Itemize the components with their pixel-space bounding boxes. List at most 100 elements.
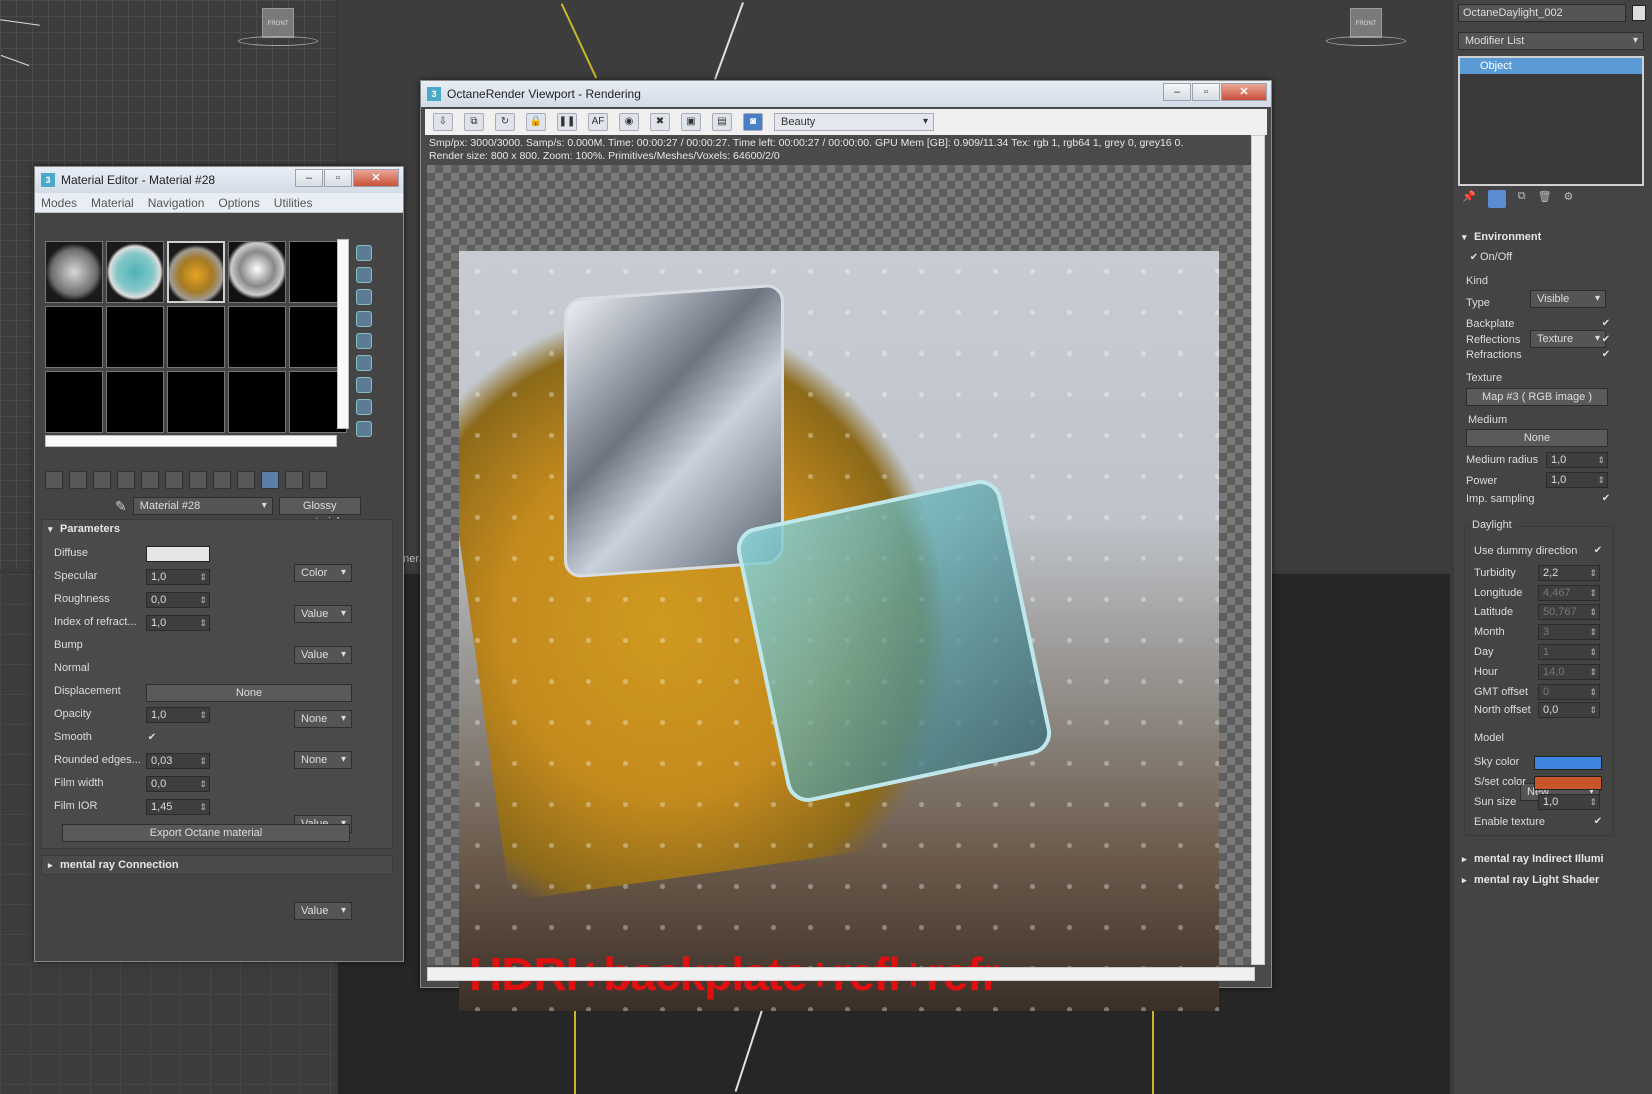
lock-icon[interactable]: 🔒 xyxy=(526,113,546,131)
stop-icon[interactable]: ✖ xyxy=(650,113,670,131)
material-slot[interactable] xyxy=(45,371,103,433)
material-slot[interactable] xyxy=(106,306,164,368)
material-navigator-icon[interactable] xyxy=(356,421,372,437)
save-icon[interactable] xyxy=(189,471,207,489)
viewcube-icon[interactable]: FRONT xyxy=(262,8,294,38)
film-ior-spinner[interactable]: 1,45 xyxy=(146,799,210,815)
material-slot[interactable] xyxy=(106,241,164,303)
canvas-horizontal-scrollbar[interactable] xyxy=(427,967,1255,981)
minimize-button[interactable]: – xyxy=(1163,83,1191,101)
octane-viewport-window[interactable]: 3 OctaneRender Viewport - Rendering – ▫ … xyxy=(420,80,1272,1011)
copy-icon[interactable]: ⧉ xyxy=(464,113,484,131)
material-slot[interactable] xyxy=(228,371,286,433)
turbidity-spinner[interactable]: 2,2 xyxy=(1538,565,1600,581)
dummy-direction-checkbox[interactable]: ✔ xyxy=(1592,545,1604,557)
close-button[interactable]: ✕ xyxy=(1221,83,1267,101)
viewcube-icon[interactable]: FRONT xyxy=(1350,8,1382,38)
material-slot[interactable] xyxy=(228,241,286,303)
show-map-icon[interactable] xyxy=(237,471,255,489)
roughness-spinner[interactable]: 0,0 xyxy=(146,592,210,608)
menu-material[interactable]: Material xyxy=(91,196,134,210)
menu-navigation[interactable]: Navigation xyxy=(148,196,205,210)
sample-type-icon[interactable] xyxy=(356,245,372,261)
slots-horizontal-scrollbar[interactable] xyxy=(45,435,337,447)
minimize-button[interactable]: – xyxy=(295,169,323,187)
backplate-checkbox[interactable]: ✔ xyxy=(1600,318,1612,330)
canvas-vertical-scrollbar[interactable] xyxy=(1251,135,1265,965)
render-canvas[interactable]: HDRI+backplate+refl+refr xyxy=(427,165,1255,1011)
sun-size-spinner[interactable]: 1,0 xyxy=(1538,794,1600,810)
diffuse-color-swatch[interactable] xyxy=(146,546,210,562)
mr-indirect-header[interactable]: mental ray Indirect Illumi xyxy=(1456,850,1646,868)
make-unique-icon[interactable]: ⧉ xyxy=(1518,190,1526,208)
assign-material-icon[interactable] xyxy=(93,471,111,489)
medium-radius-spinner[interactable]: 1,0 xyxy=(1546,452,1608,468)
material-editor-titlebar[interactable]: 3 Material Editor - Material #28 – ▫ ✕ xyxy=(35,167,403,193)
reflections-checkbox[interactable]: ✔ xyxy=(1600,334,1612,346)
parameters-header[interactable]: Parameters xyxy=(42,520,392,538)
effect-channel-icon[interactable] xyxy=(213,471,231,489)
material-slot[interactable] xyxy=(106,371,164,433)
camera-icon[interactable]: ◙ xyxy=(743,113,763,131)
maximize-button[interactable]: ▫ xyxy=(324,169,352,187)
latitude-spinner[interactable]: 50,767 xyxy=(1538,604,1600,620)
menu-options[interactable]: Options xyxy=(218,196,259,210)
material-slot-selected[interactable] xyxy=(167,241,225,303)
medium-button[interactable]: None xyxy=(1466,429,1608,447)
film-width-mode-dropdown[interactable]: Value xyxy=(294,902,352,920)
specular-spinner[interactable]: 1,0 xyxy=(146,569,210,585)
ior-spinner[interactable]: 1,0 xyxy=(146,615,210,631)
material-name-dropdown[interactable]: Material #28 xyxy=(132,497,273,515)
show-end-result-icon[interactable] xyxy=(261,471,279,489)
mr-light-shader-header[interactable]: mental ray Light Shader xyxy=(1456,871,1646,889)
mr-light-shader-rollout[interactable]: mental ray Light Shader xyxy=(1456,871,1646,889)
object-name-field[interactable]: OctaneDaylight_002 xyxy=(1458,4,1626,22)
film-width-spinner[interactable]: 0,0 xyxy=(146,776,210,792)
material-type-button[interactable]: Glossy material xyxy=(278,497,361,528)
color-icon[interactable]: ◉ xyxy=(619,113,639,131)
longitude-spinner[interactable]: 4,467 xyxy=(1538,585,1600,601)
mental-ray-connection-header[interactable]: mental ray Connection xyxy=(42,856,392,874)
remove-modifier-icon[interactable]: 🗑 xyxy=(1538,190,1552,208)
put-to-library-icon[interactable] xyxy=(165,471,183,489)
mr-indirect-rollout[interactable]: mental ray Indirect Illumi xyxy=(1456,850,1646,868)
opacity-spinner[interactable]: 1,0 xyxy=(146,707,210,723)
refractions-checkbox[interactable]: ✔ xyxy=(1600,349,1612,361)
material-slot[interactable] xyxy=(167,306,225,368)
power-spinner[interactable]: 1,0 xyxy=(1546,472,1608,488)
octane-titlebar[interactable]: 3 OctaneRender Viewport - Rendering – ▫ … xyxy=(421,81,1271,107)
region-icon[interactable]: ▣ xyxy=(681,113,701,131)
smooth-checkbox[interactable]: ✔ xyxy=(146,732,158,744)
backlight-icon[interactable] xyxy=(356,267,372,283)
viewcube-ring[interactable] xyxy=(1326,36,1406,46)
imp-sampling-checkbox[interactable]: ✔ xyxy=(1600,493,1612,505)
month-spinner[interactable]: 3 xyxy=(1538,624,1600,640)
sunset-color-swatch[interactable] xyxy=(1534,776,1602,790)
hour-spinner[interactable]: 14,0 xyxy=(1538,664,1600,680)
go-parent-icon[interactable] xyxy=(285,471,303,489)
material-slot[interactable] xyxy=(228,306,286,368)
environment-rollout-header[interactable]: Environment xyxy=(1456,228,1646,246)
show-end-result-icon[interactable] xyxy=(1487,190,1506,208)
configure-sets-icon[interactable]: ⚙ xyxy=(1564,190,1574,208)
maximize-button[interactable]: ▫ xyxy=(1192,83,1220,101)
bump-dropdown[interactable]: None xyxy=(294,710,352,728)
video-color-icon[interactable] xyxy=(356,333,372,349)
onoff-checkbox[interactable]: ✔ xyxy=(1468,252,1480,264)
material-editor-window[interactable]: 3 Material Editor - Material #28 – ▫ ✕ M… xyxy=(34,166,404,962)
material-slot[interactable] xyxy=(167,371,225,433)
viewcube-ring[interactable] xyxy=(238,36,318,46)
modifier-stack-item-object[interactable]: Object xyxy=(1460,58,1642,74)
film-icon[interactable]: ▤ xyxy=(712,113,732,131)
options-icon[interactable] xyxy=(356,377,372,393)
menu-utilities[interactable]: Utilities xyxy=(274,196,313,210)
select-by-material-icon[interactable] xyxy=(356,399,372,415)
get-material-icon[interactable] xyxy=(45,471,63,489)
environment-header[interactable]: Environment xyxy=(1456,228,1646,246)
modifier-list-dropdown[interactable]: Modifier List xyxy=(1458,32,1644,50)
background-icon[interactable] xyxy=(356,289,372,305)
roughness-mode-dropdown[interactable]: Value xyxy=(294,646,352,664)
go-sibling-icon[interactable] xyxy=(309,471,327,489)
material-slot[interactable] xyxy=(45,241,103,303)
menu-modes[interactable]: Modes xyxy=(41,196,77,210)
